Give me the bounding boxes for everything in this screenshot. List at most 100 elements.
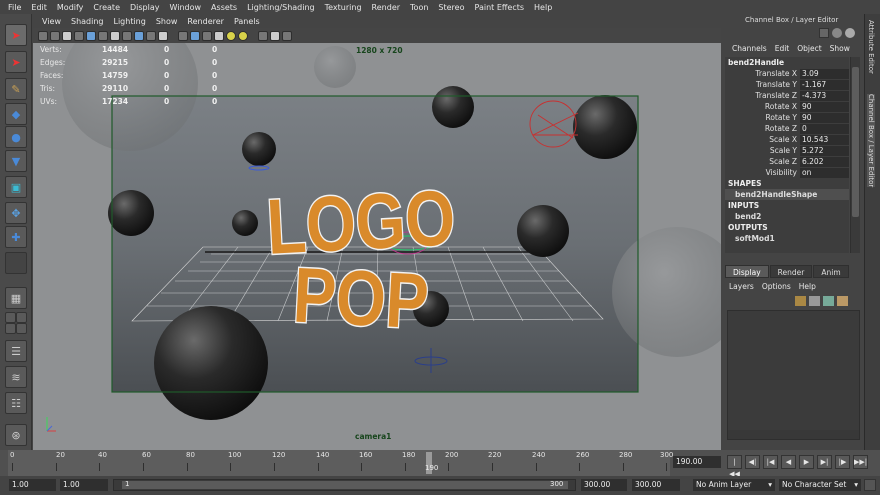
channel-translate-y[interactable]: Translate Y -1.167 [725, 79, 849, 90]
resolution-gate-icon[interactable] [110, 30, 120, 41]
shape-node[interactable]: bend2HandleShape [725, 189, 849, 200]
xray-icon[interactable] [270, 30, 280, 41]
lasso-tool-icon[interactable]: ➤ [5, 51, 27, 73]
layer-list-scrollbar[interactable] [728, 430, 859, 439]
time-slider[interactable]: 0 20 40 60 80 100 120 140 160 180 200 22… [0, 450, 880, 478]
output-node[interactable]: softMod1 [725, 233, 849, 244]
grid-icon[interactable] [86, 30, 96, 41]
playback-start-field[interactable]: 1.00 [60, 479, 108, 491]
last-tool-icon[interactable] [5, 252, 27, 274]
menu-modify[interactable]: Modify [52, 3, 89, 12]
graph-editor-layout-icon[interactable]: ≋ [5, 366, 27, 388]
camera-attributes-icon[interactable] [50, 30, 60, 41]
channel-box-layer-icon[interactable] [845, 28, 855, 38]
current-frame-field[interactable]: 190.00 [673, 456, 721, 468]
layer-menu-layers[interactable]: Layers [725, 282, 758, 291]
safe-action-icon[interactable] [146, 30, 156, 41]
tab-anim[interactable]: Anim [813, 265, 849, 278]
menu-paint-effects[interactable]: Paint Effects [470, 3, 530, 12]
persp-outliner-layout-icon[interactable] [16, 312, 27, 323]
play-forwards-icon[interactable]: ▶ [799, 455, 814, 469]
single-perspective-layout-icon[interactable]: ▦ [5, 287, 27, 309]
isolate-select-icon[interactable] [258, 30, 268, 41]
key-icon[interactable] [864, 479, 876, 491]
viewport-menu-panels[interactable]: Panels [229, 17, 265, 26]
show-manipulator-icon[interactable]: ✚ [5, 226, 27, 248]
gate-mask-icon[interactable] [122, 30, 132, 41]
channel-rotate-x[interactable]: Rotate X 90 [725, 101, 849, 112]
image-plane-icon[interactable] [74, 30, 84, 41]
channel-box-mode-icon[interactable] [819, 28, 829, 38]
channel-rotate-y[interactable]: Rotate Y 90 [725, 112, 849, 123]
layer-menu-help[interactable]: Help [795, 282, 820, 291]
persp-graph-layout-icon[interactable] [5, 323, 16, 334]
tab-display[interactable]: Display [725, 265, 769, 278]
cb-menu-show[interactable]: Show [826, 44, 854, 53]
film-gate-icon[interactable] [98, 30, 108, 41]
channel-box-display-icon[interactable] [832, 28, 842, 38]
viewport-menu-lighting[interactable]: Lighting [108, 17, 150, 26]
universal-manipulator-icon[interactable]: ▣ [5, 176, 27, 198]
menu-window[interactable]: Window [165, 3, 207, 12]
menu-help[interactable]: Help [529, 3, 557, 12]
xray-joints-icon[interactable] [282, 30, 292, 41]
soft-modification-icon[interactable]: ✥ [5, 202, 27, 224]
menu-toon[interactable]: Toon [405, 3, 433, 12]
layer-menu-options[interactable]: Options [758, 282, 795, 291]
menu-render[interactable]: Render [367, 3, 405, 12]
step-forward-frame-icon[interactable]: |▶ [835, 455, 850, 469]
cb-menu-edit[interactable]: Edit [771, 44, 794, 53]
textured-icon[interactable] [214, 30, 224, 41]
cb-menu-object[interactable]: Object [793, 44, 825, 53]
viewport-menu-show[interactable]: Show [151, 17, 183, 26]
animation-start-field[interactable]: 1.00 [9, 479, 56, 491]
dope-sheet-layout-icon[interactable]: ☷ [5, 392, 27, 414]
four-view-layout-icon[interactable] [5, 312, 16, 323]
cb-menu-channels[interactable]: Channels [728, 44, 771, 53]
input-node[interactable]: bend2 [725, 211, 849, 222]
menu-file[interactable]: File [3, 3, 26, 12]
go-to-end-icon[interactable]: ▶▶| [853, 455, 868, 469]
channel-scale-x[interactable]: Scale X 10.543 [725, 134, 849, 145]
perspective-viewport[interactable]: LOGO POP Verts: 14484 0 0 Edges: 29215 0 0 Fac… [33, 43, 721, 450]
channel-box-tab[interactable]: Channel Box / Layer Editor [867, 94, 875, 188]
menu-edit[interactable]: Edit [26, 3, 52, 12]
shadows-icon[interactable] [238, 30, 248, 41]
paint-select-tool-icon[interactable]: ✎ [5, 78, 27, 100]
menu-lighting-shading[interactable]: Lighting/Shading [242, 3, 320, 12]
new-empty-layer-icon[interactable] [809, 296, 820, 306]
channel-translate-x[interactable]: Translate X 3.09 [725, 68, 849, 79]
go-to-start-icon[interactable]: |◀◀ [727, 455, 742, 478]
viewport-menu-renderer[interactable]: Renderer [182, 17, 229, 26]
tab-render[interactable]: Render [769, 265, 813, 278]
step-back-frame-icon[interactable]: ◀| [745, 455, 760, 469]
layer-list[interactable] [727, 310, 860, 440]
channel-box-scrollbar[interactable] [850, 57, 860, 253]
use-all-lights-icon[interactable] [226, 30, 236, 41]
range-bar[interactable]: 1 300 [113, 479, 576, 491]
move-tool-icon[interactable]: ◆ [5, 103, 27, 125]
hypershade-layout-icon[interactable] [16, 323, 27, 334]
rotate-tool-icon[interactable]: ● [5, 126, 27, 148]
smooth-shade-icon[interactable] [190, 30, 200, 41]
step-forward-key-icon[interactable]: ▶| [817, 455, 832, 469]
viewport-menu-view[interactable]: View [37, 17, 66, 26]
create-layer-icon[interactable] [823, 296, 834, 306]
menu-display[interactable]: Display [125, 3, 165, 12]
layer-options-icon[interactable] [837, 296, 848, 306]
character-set-dropdown[interactable]: No Character Set ▾ [779, 479, 861, 491]
step-back-key-icon[interactable]: |◀ [763, 455, 778, 469]
channel-translate-z[interactable]: Translate Z -4.373 [725, 90, 849, 101]
menu-create[interactable]: Create [88, 3, 125, 12]
channel-scale-y[interactable]: Scale Y 5.272 [725, 145, 849, 156]
menu-texturing[interactable]: Texturing [320, 3, 367, 12]
viewport-menu-shading[interactable]: Shading [66, 17, 109, 26]
wireframe-icon[interactable] [178, 30, 188, 41]
time-ruler[interactable]: 0 20 40 60 80 100 120 140 160 180 200 22… [8, 450, 673, 476]
scale-tool-icon[interactable]: ▼ [5, 150, 27, 172]
wireframe-on-shaded-icon[interactable] [202, 30, 212, 41]
channel-scale-z[interactable]: Scale Z 6.202 [725, 156, 849, 167]
selected-object-name[interactable]: bend2Handle [725, 57, 849, 68]
animation-end-field[interactable]: 300.00 [632, 479, 680, 491]
outliner-layout-icon[interactable]: ☰ [5, 340, 27, 362]
